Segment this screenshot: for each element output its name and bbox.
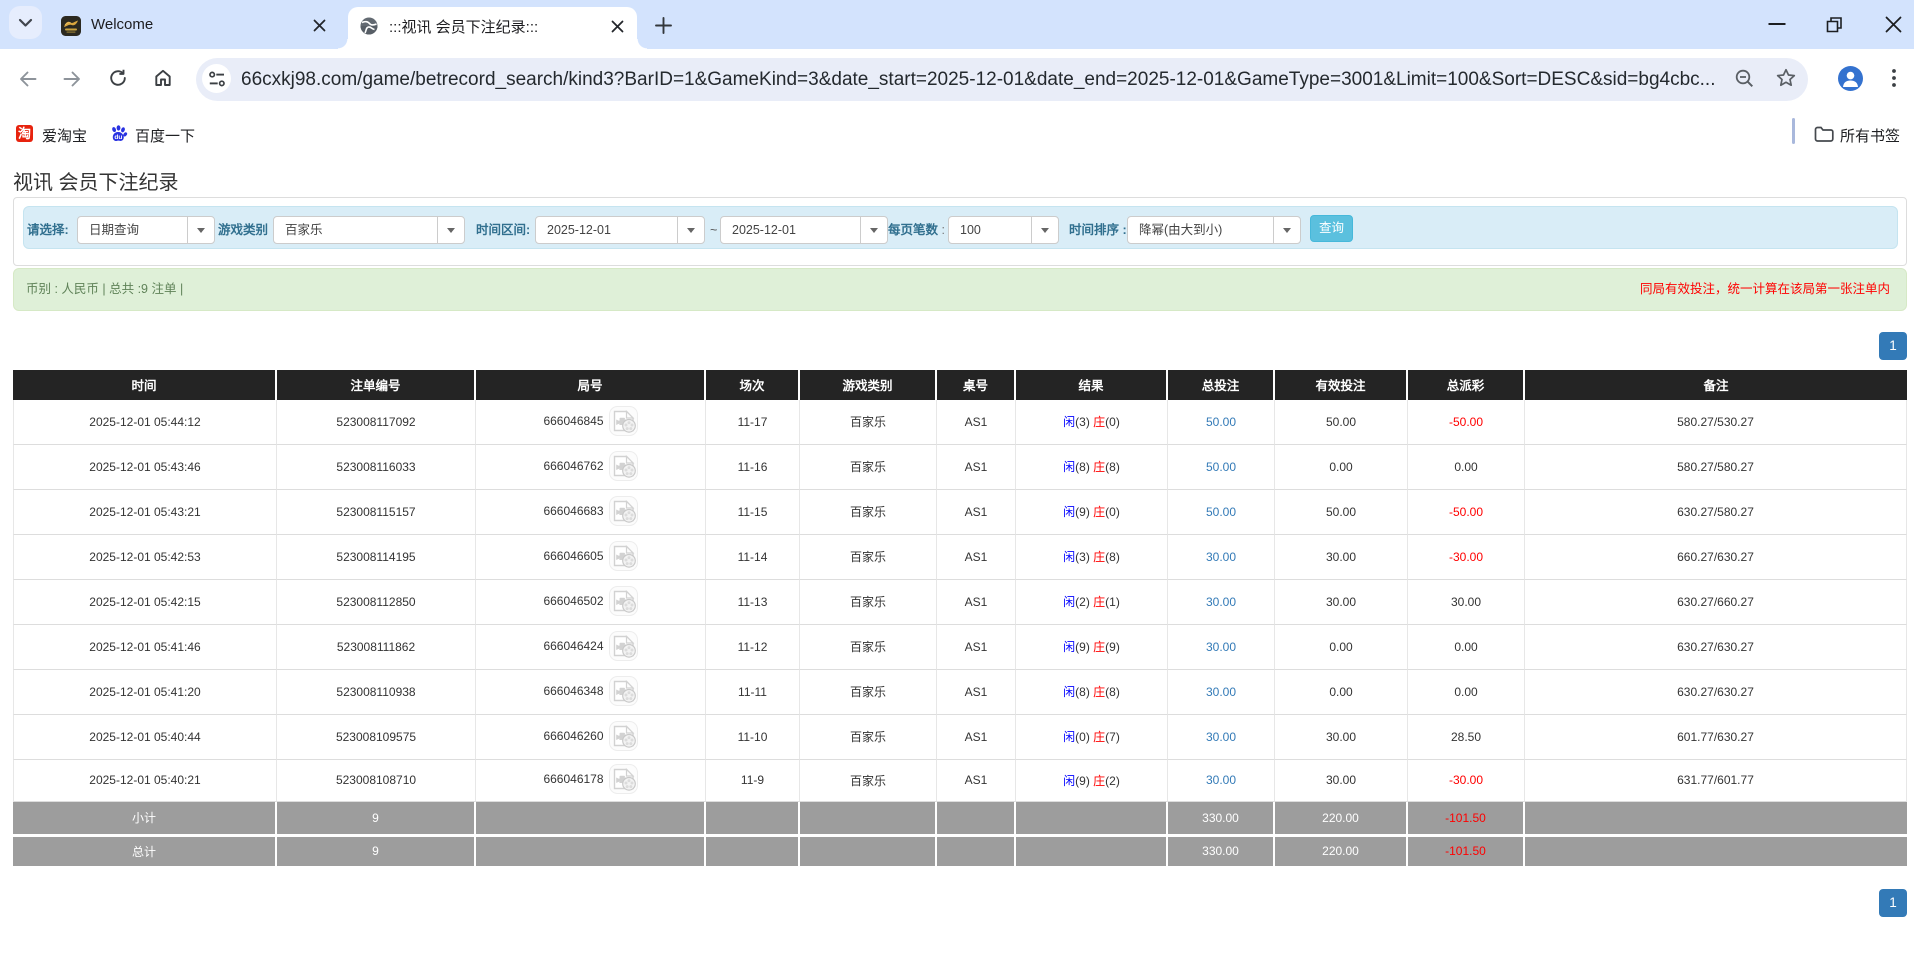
svg-text:du: du: [114, 134, 122, 141]
